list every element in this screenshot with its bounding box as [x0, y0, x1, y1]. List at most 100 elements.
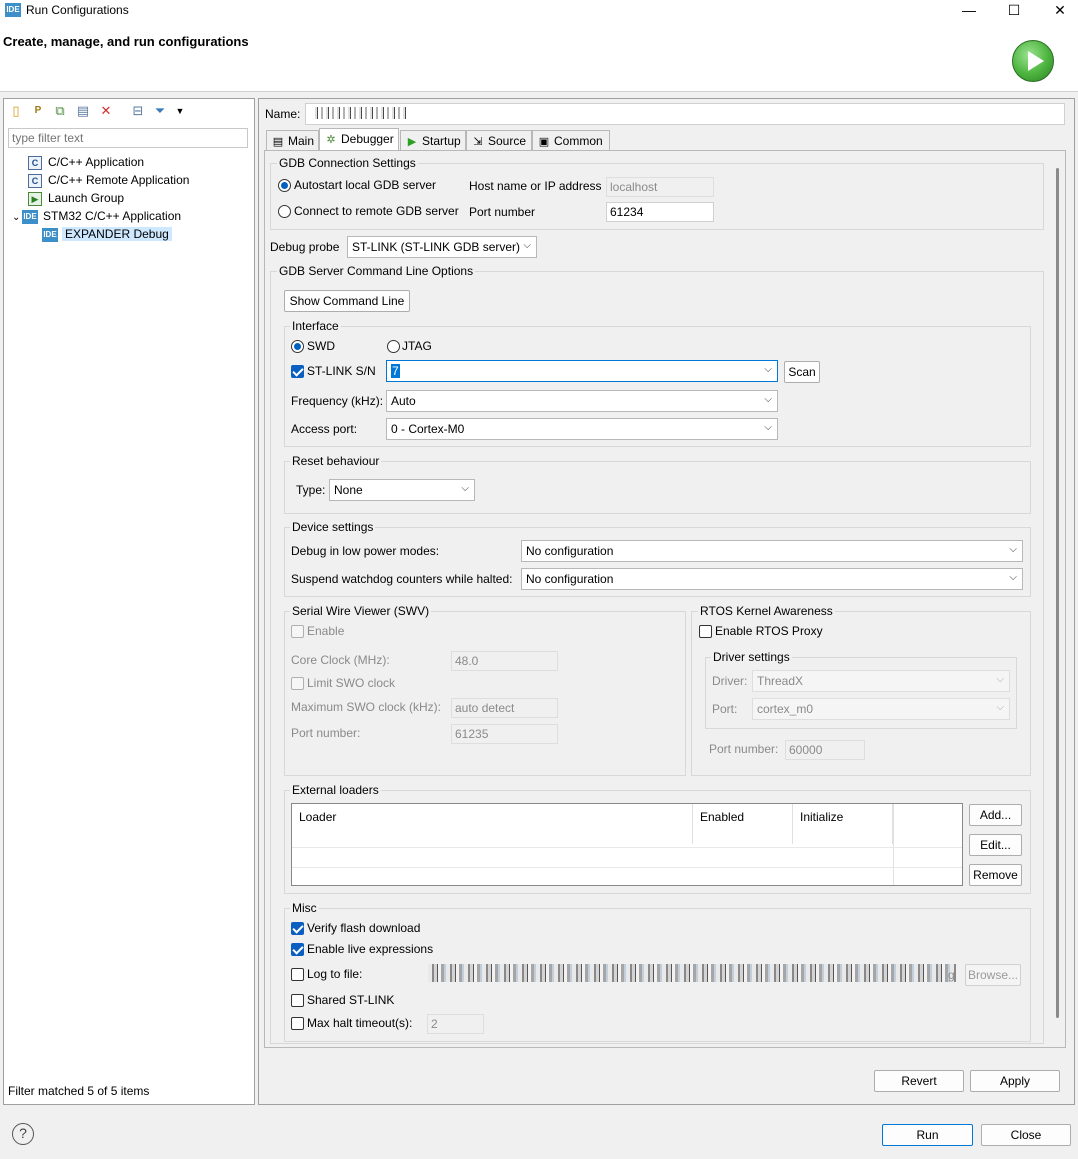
group-title: Serial Wire Viewer (SWV): [290, 604, 432, 618]
max-halt-checkbox[interactable]: [291, 1017, 304, 1030]
revert-button[interactable]: Revert: [874, 1070, 964, 1092]
swv-enable-checkbox[interactable]: [291, 625, 304, 638]
tree-item-cpp-remote-application[interactable]: C C/C++ Remote Application: [28, 171, 189, 189]
show-command-line-button[interactable]: Show Command Line: [284, 290, 410, 312]
browse-button[interactable]: Browse...: [965, 964, 1021, 986]
duplicate-icon[interactable]: ⧉: [52, 103, 68, 119]
group-title: Device settings: [290, 520, 376, 534]
frequency-select[interactable]: Auto ⌵: [386, 390, 778, 412]
scan-button[interactable]: Scan: [784, 361, 820, 383]
debug-probe-select[interactable]: ST-LINK (ST-LINK GDB server) ⌵: [347, 236, 537, 258]
c-file-icon: C: [28, 173, 42, 188]
chevron-down-icon: ⌵: [461, 483, 469, 494]
tab-debugger[interactable]: ✲ Debugger: [319, 128, 399, 151]
ide-app-icon: IDE: [5, 3, 21, 17]
minimize-button[interactable]: —: [946, 0, 992, 22]
remove-loader-button[interactable]: Remove: [969, 864, 1022, 886]
new-prototype-icon[interactable]: P: [30, 103, 46, 119]
filter-input[interactable]: [8, 128, 248, 148]
max-halt-input[interactable]: 2: [427, 1014, 484, 1034]
column-header-initialize[interactable]: Initialize: [793, 804, 893, 844]
launch-group-icon: ▶: [28, 191, 42, 206]
log-file-path-suffix: g: [948, 968, 955, 982]
bug-icon: ✲: [326, 134, 336, 146]
column-header-loader[interactable]: Loader: [292, 804, 693, 844]
swv-port-label: Port number:: [291, 726, 361, 740]
configuration-tree-panel: [3, 98, 255, 1105]
access-port-select[interactable]: 0 - Cortex-M0 ⌵: [386, 418, 778, 440]
log-file-path-redacted: [428, 964, 956, 982]
vertical-scrollbar[interactable]: [1056, 168, 1059, 1018]
stlink-sn-checkbox[interactable]: [291, 365, 304, 378]
source-lookup-icon: ⇲: [473, 136, 483, 148]
driver-select[interactable]: ThreadX ⌵: [752, 670, 1010, 692]
column-header-enabled[interactable]: Enabled: [693, 804, 793, 844]
apply-button[interactable]: Apply: [970, 1070, 1060, 1092]
port-input[interactable]: 61234: [606, 202, 714, 222]
live-expressions-checkbox[interactable]: [291, 943, 304, 956]
tab-common[interactable]: ▣ Common: [532, 130, 610, 151]
rtos-port-select[interactable]: cortex_m0 ⌵: [752, 698, 1010, 720]
close-button[interactable]: Close: [981, 1124, 1071, 1146]
group-title: RTOS Kernel Awareness: [698, 604, 835, 618]
close-window-button[interactable]: ✕: [1037, 0, 1078, 22]
chevron-down-icon: ⌵: [996, 702, 1004, 713]
watchdog-label: Suspend watchdog counters while halted:: [291, 572, 513, 586]
autostart-radio[interactable]: [278, 179, 291, 192]
max-halt-label: Max halt timeout(s):: [307, 1016, 413, 1030]
log-to-file-checkbox[interactable]: [291, 968, 304, 981]
tree-item-expander-debug[interactable]: IDE EXPANDER Debug: [42, 225, 172, 243]
core-clock-input[interactable]: 48.0: [451, 651, 558, 671]
tab-main[interactable]: ▤ Main: [266, 130, 319, 151]
group-title: GDB Connection Settings: [277, 156, 418, 170]
host-input[interactable]: localhost: [606, 177, 714, 197]
rtos-port-label: Port:: [712, 702, 738, 716]
name-input[interactable]: [305, 103, 1065, 125]
collapse-all-icon[interactable]: ⊟: [130, 103, 146, 119]
rtos-port-number-input[interactable]: 60000: [785, 740, 865, 760]
tab-source[interactable]: ⇲ Source: [466, 130, 532, 151]
delete-icon[interactable]: ✕: [98, 103, 114, 119]
verify-flash-label: Verify flash download: [307, 921, 421, 935]
chevron-down-icon[interactable]: ⌄: [12, 209, 22, 227]
title-bar: IDE Run Configurations — ☐ ✕: [0, 0, 1078, 22]
rtos-proxy-label: Enable RTOS Proxy: [715, 624, 823, 638]
swd-radio[interactable]: [291, 340, 304, 353]
limit-swo-checkbox[interactable]: [291, 677, 304, 690]
connect-remote-radio[interactable]: [278, 205, 291, 218]
tab-startup[interactable]: ▶ Startup: [400, 130, 466, 151]
dropdown-icon[interactable]: ▼: [172, 103, 188, 119]
new-config-icon[interactable]: ▯: [8, 103, 24, 119]
max-swo-label: Maximum SWO clock (kHz):: [291, 700, 441, 714]
swv-port-input[interactable]: 61235: [451, 724, 558, 744]
reset-type-select[interactable]: None ⌵: [329, 479, 475, 501]
export-icon[interactable]: ▤: [75, 103, 91, 119]
tree-item-label: C/C++ Application: [48, 155, 145, 169]
reset-type-label: Type:: [296, 483, 326, 497]
maximize-button[interactable]: ☐: [991, 0, 1037, 22]
name-value-redacted: [312, 107, 407, 119]
jtag-radio[interactable]: [387, 340, 400, 353]
shared-stlink-checkbox[interactable]: [291, 994, 304, 1007]
stlink-sn-select[interactable]: 7 ⌵: [386, 360, 778, 382]
loaders-table[interactable]: Loader Enabled Initialize: [291, 803, 963, 886]
filter-icon[interactable]: ⏷: [152, 103, 168, 119]
edit-loader-button[interactable]: Edit...: [969, 834, 1022, 856]
rtos-proxy-checkbox[interactable]: [699, 625, 712, 638]
low-power-select[interactable]: No configuration ⌵: [521, 540, 1023, 562]
shared-stlink-label: Shared ST-LINK: [307, 993, 395, 1007]
help-icon[interactable]: ?: [12, 1123, 34, 1145]
group-title: External loaders: [290, 783, 381, 797]
ide-icon: IDE: [22, 209, 38, 224]
swv-enable-label: Enable: [307, 624, 345, 638]
watchdog-select[interactable]: No configuration ⌵: [521, 568, 1023, 590]
rtos-port-number-label: Port number:: [709, 742, 779, 756]
max-swo-input[interactable]: auto detect: [451, 698, 558, 718]
add-loader-button[interactable]: Add...: [969, 804, 1022, 826]
core-clock-label: Core Clock (MHz):: [291, 653, 390, 667]
run-button[interactable]: Run: [882, 1124, 973, 1146]
tree-item-cpp-application[interactable]: C C/C++ Application: [28, 153, 144, 171]
tree-item-stm32-application[interactable]: ⌄ IDE STM32 C/C++ Application: [12, 207, 181, 225]
verify-flash-checkbox[interactable]: [291, 922, 304, 935]
tree-item-launch-group[interactable]: ▶ Launch Group: [28, 189, 124, 207]
